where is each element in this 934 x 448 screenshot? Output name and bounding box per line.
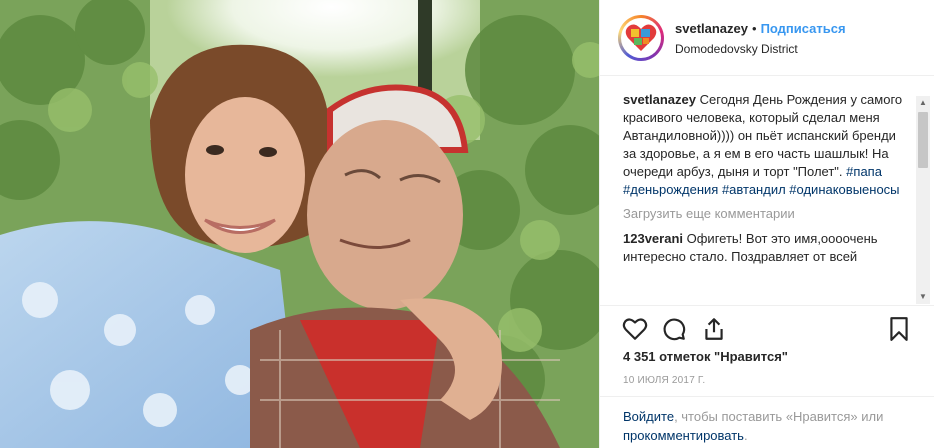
post-actions [600,306,934,348]
comments-scrollbar[interactable]: ▲ ▼ [916,96,930,304]
login-text: Войдите, чтобы поставить «Нравится» или … [623,407,893,445]
load-more-comments-button[interactable]: Загрузить еще комментарии [623,205,903,223]
hashtag-odinakovyenosy[interactable]: #одинаковыеносы [789,182,899,197]
comment-username[interactable]: 123verani [623,231,683,246]
share-icon[interactable] [701,316,727,342]
separator-dot: • [752,21,757,36]
scroll-down-icon[interactable]: ▼ [916,290,930,304]
post-date[interactable]: 10 ИЮЛЯ 2017 Г. [623,375,705,386]
hashtag-papa[interactable]: #папа [846,164,882,179]
login-link[interactable]: Войдите [623,409,674,424]
caption: svetlanazey Сегодня День Рождения у само… [623,91,903,199]
post-photo[interactable] [0,0,599,448]
comments-area[interactable]: svetlanazey Сегодня День Рождения у само… [600,76,934,306]
photo-image [0,0,599,448]
post-sidebar: svetlanazey • Подписаться Domodedovsky Dis… [599,0,934,448]
follow-button[interactable]: Подписаться [761,21,846,36]
login-end-text: . [743,428,748,443]
avatar[interactable] [618,15,664,61]
hashtag-avtandil[interactable]: #автандил [722,182,786,197]
instagram-post: svetlanazey • Подписаться Domodedovsky Dis… [0,0,934,448]
puzzle-heart-icon [625,24,657,51]
post-header: svetlanazey • Подписаться Domodedovsky Dis… [600,0,934,76]
caption-username[interactable]: svetlanazey [623,92,696,107]
comment-link[interactable]: прокомментировать [623,428,744,443]
comment-icon[interactable] [661,316,687,342]
scroll-up-icon[interactable]: ▲ [916,96,930,110]
scrollbar-thumb[interactable] [918,112,928,168]
header-user-row: svetlanazey • Подписаться [675,21,846,36]
comment-item: 123verani Офигеть! Вот это имя,оооочень … [623,230,903,266]
login-or-text: или [861,409,884,424]
bookmark-icon[interactable] [886,316,912,342]
comments-list: svetlanazey Сегодня День Рождения у само… [623,91,903,266]
hashtag-denrozhdeniya[interactable]: #деньрождения [623,182,718,197]
likes-count[interactable]: 4 351 отметок "Нравится" [623,349,788,364]
login-like-text: , чтобы поставить «Нравится» [674,409,858,424]
username-link[interactable]: svetlanazey [675,21,748,36]
location-link[interactable]: Domodedovsky District [675,42,798,56]
heart-icon[interactable] [622,316,648,342]
login-prompt: Войдите, чтобы поставить «Нравится» или … [600,396,934,448]
avatar-image [621,18,661,58]
